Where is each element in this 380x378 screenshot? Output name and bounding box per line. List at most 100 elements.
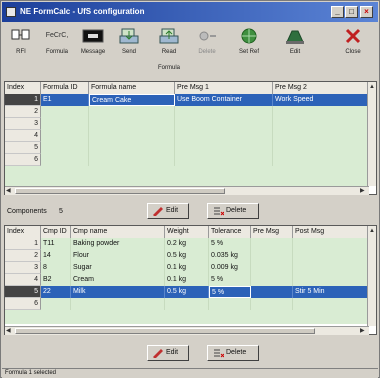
table-row[interactable]: 3 8 Sugar 0.1 kg 0.009 kg: [5, 262, 369, 274]
cell-name[interactable]: [89, 154, 175, 166]
close-window-button[interactable]: ×: [360, 6, 373, 18]
cell-msg1[interactable]: [175, 106, 273, 118]
col-cmp-name[interactable]: Cmp name: [71, 226, 165, 238]
cell-id[interactable]: [41, 298, 71, 310]
component-vscroll[interactable]: ▲: [367, 226, 376, 326]
cell-name[interactable]: [71, 298, 165, 310]
set-ref-button[interactable]: Set Ref: [234, 25, 264, 67]
minimize-button[interactable]: _: [331, 6, 344, 18]
cell-name[interactable]: Cream: [71, 274, 165, 286]
col-pre-msg-1[interactable]: Pre Msg 1: [175, 82, 273, 94]
cell-pre[interactable]: [251, 286, 293, 298]
cell-msg2[interactable]: [273, 142, 369, 154]
cell-msg1[interactable]: [175, 142, 273, 154]
scroll-right-icon[interactable]: ▶: [360, 187, 365, 195]
component-table[interactable]: Index Cmp ID Cmp name Weight Tolerance P…: [4, 225, 377, 335]
table-row[interactable]: 1 T11 Baking powder 0.2 kg 5 %: [5, 238, 369, 250]
cell-id[interactable]: [41, 118, 89, 130]
table-row[interactable]: 6: [5, 298, 369, 310]
cell-name[interactable]: Sugar: [71, 262, 165, 274]
scroll-left-icon[interactable]: ◀: [6, 327, 11, 335]
row-index[interactable]: 1: [5, 94, 41, 106]
row-index[interactable]: 1: [5, 238, 41, 250]
cell-name[interactable]: Milk: [71, 286, 165, 298]
row-index[interactable]: 2: [5, 106, 41, 118]
cell-weight[interactable]: 0.5 kg: [165, 250, 209, 262]
scroll-left-icon[interactable]: ◀: [6, 187, 11, 195]
col-cmp-id[interactable]: Cmp ID: [41, 226, 71, 238]
formula-table[interactable]: Index Formula ID Formula name Pre Msg 1 …: [4, 81, 377, 195]
cell-id[interactable]: 14: [41, 250, 71, 262]
table-row[interactable]: 1 E1 Cream Cake Use Boom Container Work Spee…: [5, 94, 369, 106]
cell-post[interactable]: Stir 5 Min: [293, 286, 369, 298]
row-index[interactable]: 6: [5, 298, 41, 310]
cell-msg2[interactable]: Work Speed: [273, 94, 369, 106]
col-index[interactable]: Index: [5, 82, 41, 94]
cell-name[interactable]: [89, 106, 175, 118]
rfi-button[interactable]: RFI: [6, 25, 36, 67]
cell-tol[interactable]: 5 %: [209, 274, 251, 286]
hscroll-thumb[interactable]: [15, 188, 225, 194]
send-button[interactable]: Send: [114, 25, 144, 67]
table-row[interactable]: 4 B2 Cream 0.1 kg 5 %: [5, 274, 369, 286]
cell-pre[interactable]: [251, 262, 293, 274]
row-index[interactable]: 6: [5, 154, 41, 166]
component-delete-button[interactable]: Delete: [207, 345, 259, 361]
cell-id[interactable]: 22: [41, 286, 71, 298]
cell-weight[interactable]: 0.1 kg: [165, 262, 209, 274]
cell-weight[interactable]: [165, 298, 209, 310]
formula-vscroll[interactable]: ▲: [367, 82, 376, 186]
cell-post[interactable]: [293, 238, 369, 250]
close-button[interactable]: Close: [338, 25, 368, 67]
cell-name[interactable]: [89, 142, 175, 154]
table-row[interactable]: 4: [5, 130, 369, 142]
table-row[interactable]: 2: [5, 106, 369, 118]
cell-tol[interactable]: 0.009 kg: [209, 262, 251, 274]
edit-button[interactable]: Edit: [280, 25, 310, 67]
scroll-right-icon[interactable]: ▶: [360, 327, 365, 335]
delete-button[interactable]: Delete: [192, 25, 222, 67]
col-pre-msg-2[interactable]: Pre Msg 2: [273, 82, 369, 94]
col-weight[interactable]: Weight: [165, 226, 209, 238]
cell-name[interactable]: Baking powder: [71, 238, 165, 250]
cell-post[interactable]: [293, 298, 369, 310]
row-index[interactable]: 5: [5, 142, 41, 154]
cell-name[interactable]: [89, 130, 175, 142]
cell-tol[interactable]: 5 %: [209, 238, 251, 250]
cell-msg2[interactable]: [273, 106, 369, 118]
col-formula-id[interactable]: Formula ID: [41, 82, 89, 94]
cell-tol[interactable]: 0.035 kg: [209, 250, 251, 262]
cell-weight[interactable]: 0.2 kg: [165, 238, 209, 250]
row-index[interactable]: 2: [5, 250, 41, 262]
cell-post[interactable]: [293, 250, 369, 262]
cell-id[interactable]: B2: [41, 274, 71, 286]
scroll-up-icon[interactable]: ▲: [369, 227, 375, 235]
cell-id[interactable]: 8: [41, 262, 71, 274]
row-index[interactable]: 3: [5, 262, 41, 274]
hscroll-thumb[interactable]: [15, 328, 315, 334]
cell-pre[interactable]: [251, 250, 293, 262]
table-row[interactable]: 5: [5, 142, 369, 154]
cell-post[interactable]: [293, 274, 369, 286]
cell-pre[interactable]: [251, 298, 293, 310]
col-pre-msg[interactable]: Pre Msg: [251, 226, 293, 238]
cell-pre[interactable]: [251, 238, 293, 250]
table-row[interactable]: 3: [5, 118, 369, 130]
title-bar[interactable]: NE FormCalc - UfS configuration _ □ ×: [2, 2, 378, 22]
cell-msg2[interactable]: [273, 154, 369, 166]
cell-id[interactable]: E1: [41, 94, 89, 106]
component-edit-button[interactable]: Edit: [147, 345, 189, 361]
read-button[interactable]: Read: [154, 25, 184, 67]
cell-msg1[interactable]: [175, 118, 273, 130]
scroll-up-icon[interactable]: ▲: [369, 83, 375, 91]
table-row[interactable]: 6: [5, 154, 369, 166]
cell-id[interactable]: [41, 142, 89, 154]
row-index[interactable]: 4: [5, 274, 41, 286]
cell-msg2[interactable]: [273, 130, 369, 142]
row-index[interactable]: 5: [5, 286, 41, 298]
row-index[interactable]: 3: [5, 118, 41, 130]
cell-id[interactable]: [41, 154, 89, 166]
cell-id[interactable]: [41, 130, 89, 142]
cell-weight[interactable]: 0.1 kg: [165, 274, 209, 286]
formula-edit-button[interactable]: Edit: [147, 203, 189, 219]
